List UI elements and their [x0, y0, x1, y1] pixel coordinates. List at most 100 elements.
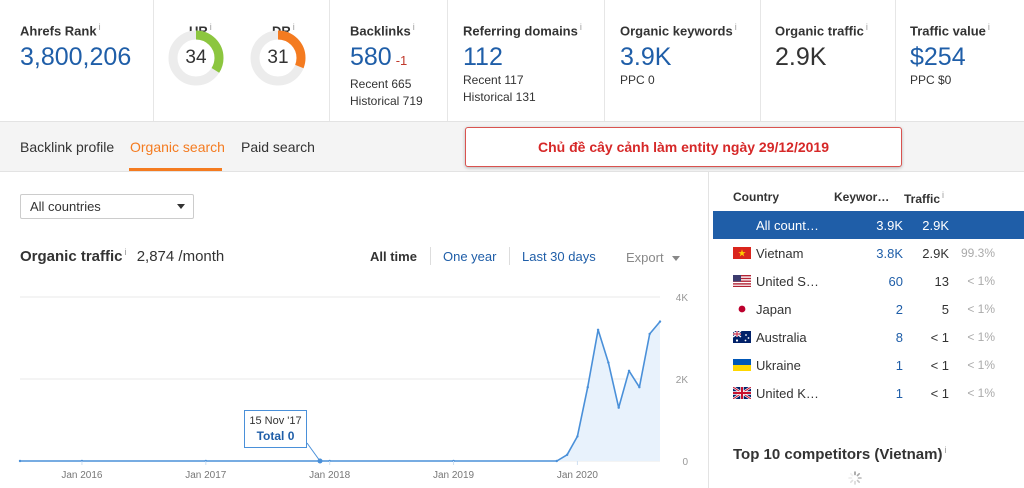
backlinks-recent[interactable]: Recent 665: [350, 76, 447, 93]
country-traffic-share: < 1%: [967, 386, 995, 400]
x-tick-label: Jan 2018: [309, 470, 351, 481]
traffic-point: [576, 435, 579, 438]
tooltip-date: 15 Nov '17: [249, 415, 302, 427]
traffic-point: [565, 453, 569, 457]
backlinks-value[interactable]: 580: [350, 43, 392, 71]
referring-domains-value[interactable]: 112: [463, 42, 604, 72]
traffic-value-title: Traffic value: [910, 23, 986, 39]
traffic-point: [638, 386, 641, 389]
country-keywords[interactable]: 3.9K: [863, 218, 903, 233]
export-button[interactable]: Export: [626, 250, 680, 265]
keywords-column-header[interactable]: Keywor…: [834, 190, 889, 204]
referring-domains-title: Referring domains: [463, 23, 578, 39]
country-name: United K…: [756, 386, 819, 401]
country-keywords[interactable]: 2: [863, 302, 903, 317]
country-keywords[interactable]: 1: [863, 386, 903, 401]
traffic-column-header[interactable]: Traffic i: [904, 190, 944, 206]
country-keywords[interactable]: 1: [863, 358, 903, 373]
x-tick-label: Jan 2020: [557, 470, 599, 481]
y-tick-label: 4K: [676, 293, 689, 304]
countries-panel: Country Keywor… Traffic i All count… 3.9K 2…: [708, 172, 1024, 488]
ur-gauge[interactable]: 34: [168, 30, 224, 86]
country-row[interactable]: United S… 60 13 < 1%: [713, 267, 1024, 295]
traffic-point: [617, 406, 620, 409]
range-last-30-days[interactable]: Last 30 days: [522, 249, 596, 264]
traffic-value-card: Traffic value i $254 PPC $0: [896, 0, 1024, 121]
ahrefs-rank-value[interactable]: 3,800,206: [20, 42, 153, 72]
backlinks-delta: -1: [395, 53, 408, 69]
organic-keywords-value[interactable]: 3.9K: [620, 42, 760, 72]
traffic-point: [18, 459, 22, 463]
competitors-title: Top 10 competitors (Vietnam) i: [733, 445, 946, 463]
country-name: All count…: [756, 218, 819, 233]
range-divider: [430, 247, 431, 265]
referring-domains-recent[interactable]: Recent 117: [463, 72, 604, 89]
country-keywords[interactable]: 60: [863, 274, 903, 289]
country-row[interactable]: All count… 3.9K 2.9K: [713, 211, 1024, 239]
country-row[interactable]: Japan 2 5 < 1%: [713, 295, 1024, 323]
country-traffic-share: 99.3%: [960, 246, 995, 260]
range-all-time[interactable]: All time: [370, 249, 417, 264]
country-traffic: 2.9K: [922, 218, 949, 233]
chevron-down-icon: [671, 256, 680, 262]
organic-traffic-heading: Organic traffic i 2,874 /month: [20, 247, 224, 265]
chart-tooltip: 15 Nov '17 Total 0: [244, 410, 307, 448]
country-row[interactable]: Vietnam 3.8K 2.9K 99.3%: [713, 239, 1024, 267]
tooltip-total: Total 0: [256, 429, 295, 443]
info-icon[interactable]: i: [125, 247, 127, 257]
country-traffic-share: < 1%: [967, 330, 995, 344]
country-traffic: < 1: [930, 330, 949, 345]
info-icon[interactable]: i: [942, 190, 944, 200]
us-flag-icon: [733, 275, 751, 287]
organic-traffic-title: Organic traffic: [775, 23, 864, 39]
organic-traffic-chart[interactable]: 4K 2K 0 Jan 2016 Jan 2017 Jan 2018 Jan 2019 Jan…: [0, 285, 706, 488]
country-keywords[interactable]: 8: [863, 330, 903, 345]
traffic-header-label: Traffic: [904, 192, 941, 206]
country-row[interactable]: Australia 8 < 1 < 1%: [713, 323, 1024, 351]
backlinks-historical[interactable]: Historical 719: [350, 93, 447, 110]
country-traffic: 13: [934, 274, 949, 289]
traffic-value-ppc: PPC $0: [910, 73, 952, 88]
organic-traffic-value[interactable]: 2.9K: [775, 42, 895, 72]
country-name: Vietnam: [756, 246, 804, 261]
country-name: Japan: [756, 302, 792, 317]
info-icon[interactable]: i: [988, 22, 990, 32]
organic-traffic-card: Organic traffic i 2.9K: [761, 0, 896, 121]
country-row[interactable]: United K… 1 < 1 < 1%: [713, 379, 1024, 407]
tab-organic-search[interactable]: Organic search: [130, 139, 225, 155]
dr-gauge[interactable]: 31: [250, 30, 306, 86]
organic-traffic-monthly: 2,874 /month: [136, 248, 225, 265]
info-icon[interactable]: i: [944, 445, 946, 455]
annotation-banner: Chủ đề cây cảnh làm entity ngày 29/12/20…: [465, 127, 902, 167]
jp-flag-icon: [733, 303, 751, 315]
country-row[interactable]: Ukraine 1 < 1 < 1%: [713, 351, 1024, 379]
country-select[interactable]: All countries: [20, 194, 194, 219]
info-icon[interactable]: i: [735, 22, 737, 32]
tab-backlink-profile[interactable]: Backlink profile: [20, 139, 114, 155]
ur-value: 34: [185, 47, 207, 68]
traffic-point: [555, 459, 558, 463]
traffic-point: [658, 320, 662, 323]
organic-keywords-card: Organic keywords i 3.9K PPC 0: [605, 0, 761, 121]
ur-dr-card: UR i 34 DR i 31: [154, 0, 330, 121]
country-traffic: < 1: [930, 358, 949, 373]
country-keywords[interactable]: 3.8K: [863, 246, 903, 261]
country-traffic: 5: [941, 302, 949, 317]
country-column-header[interactable]: Country: [733, 190, 779, 204]
dr-value: 31: [267, 47, 289, 68]
export-label: Export: [626, 250, 664, 265]
info-icon[interactable]: i: [99, 22, 101, 32]
traffic-point: [596, 328, 600, 331]
traffic-value-value[interactable]: $254: [910, 42, 1024, 72]
range-divider: [509, 247, 510, 265]
tooltip-pointer: [306, 442, 321, 462]
country-select-value: All countries: [30, 199, 101, 214]
info-icon[interactable]: i: [413, 22, 415, 32]
metrics-bar: Ahrefs Rank i 3,800,206 UR i 34 DR i 31 Bac…: [0, 0, 1024, 122]
tab-paid-search[interactable]: Paid search: [241, 139, 315, 155]
info-icon[interactable]: i: [580, 22, 582, 32]
referring-domains-historical[interactable]: Historical 131: [463, 89, 604, 106]
info-icon[interactable]: i: [866, 22, 868, 32]
range-one-year[interactable]: One year: [443, 249, 496, 264]
traffic-point: [627, 369, 631, 372]
